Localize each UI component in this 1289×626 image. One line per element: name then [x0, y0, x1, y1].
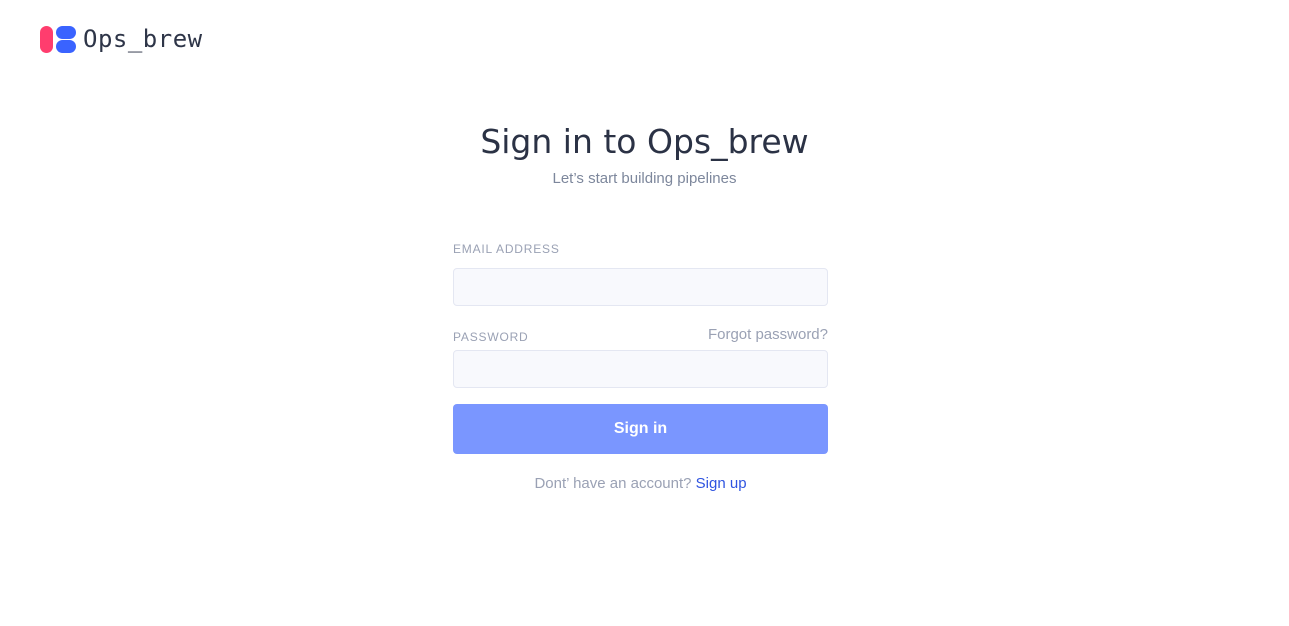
email-field[interactable]: [453, 268, 828, 306]
logo-blue-pill-top: [56, 26, 76, 39]
page-subtitle: Let’s start building pipelines: [552, 170, 737, 187]
brand[interactable]: Ops_brew: [40, 24, 203, 54]
password-field-group: PASSWORD Forgot password?: [453, 322, 828, 388]
sign-in-button[interactable]: Sign in: [453, 404, 828, 454]
password-field[interactable]: [453, 350, 828, 388]
email-label: EMAIL ADDRESS: [453, 242, 560, 256]
signin-form: EMAIL ADDRESS PASSWORD Forgot password? …: [453, 240, 828, 495]
ops-brew-logo-icon: [40, 25, 76, 53]
signup-prompt: Dont’ have an account?: [534, 475, 696, 492]
password-label: PASSWORD: [453, 330, 529, 344]
email-field-group: EMAIL ADDRESS: [453, 240, 828, 306]
logo-blue-pill-bottom: [56, 40, 76, 53]
page-title: Sign in to Ops_brew: [480, 122, 809, 161]
password-label-row: PASSWORD Forgot password?: [453, 322, 828, 346]
forgot-password-link[interactable]: Forgot password?: [708, 324, 828, 346]
sign-up-link[interactable]: Sign up: [696, 475, 747, 492]
signup-row: Dont’ have an account? Sign up: [453, 473, 828, 495]
logo-red-bar: [40, 26, 53, 53]
brand-name: Ops_brew: [83, 25, 203, 53]
